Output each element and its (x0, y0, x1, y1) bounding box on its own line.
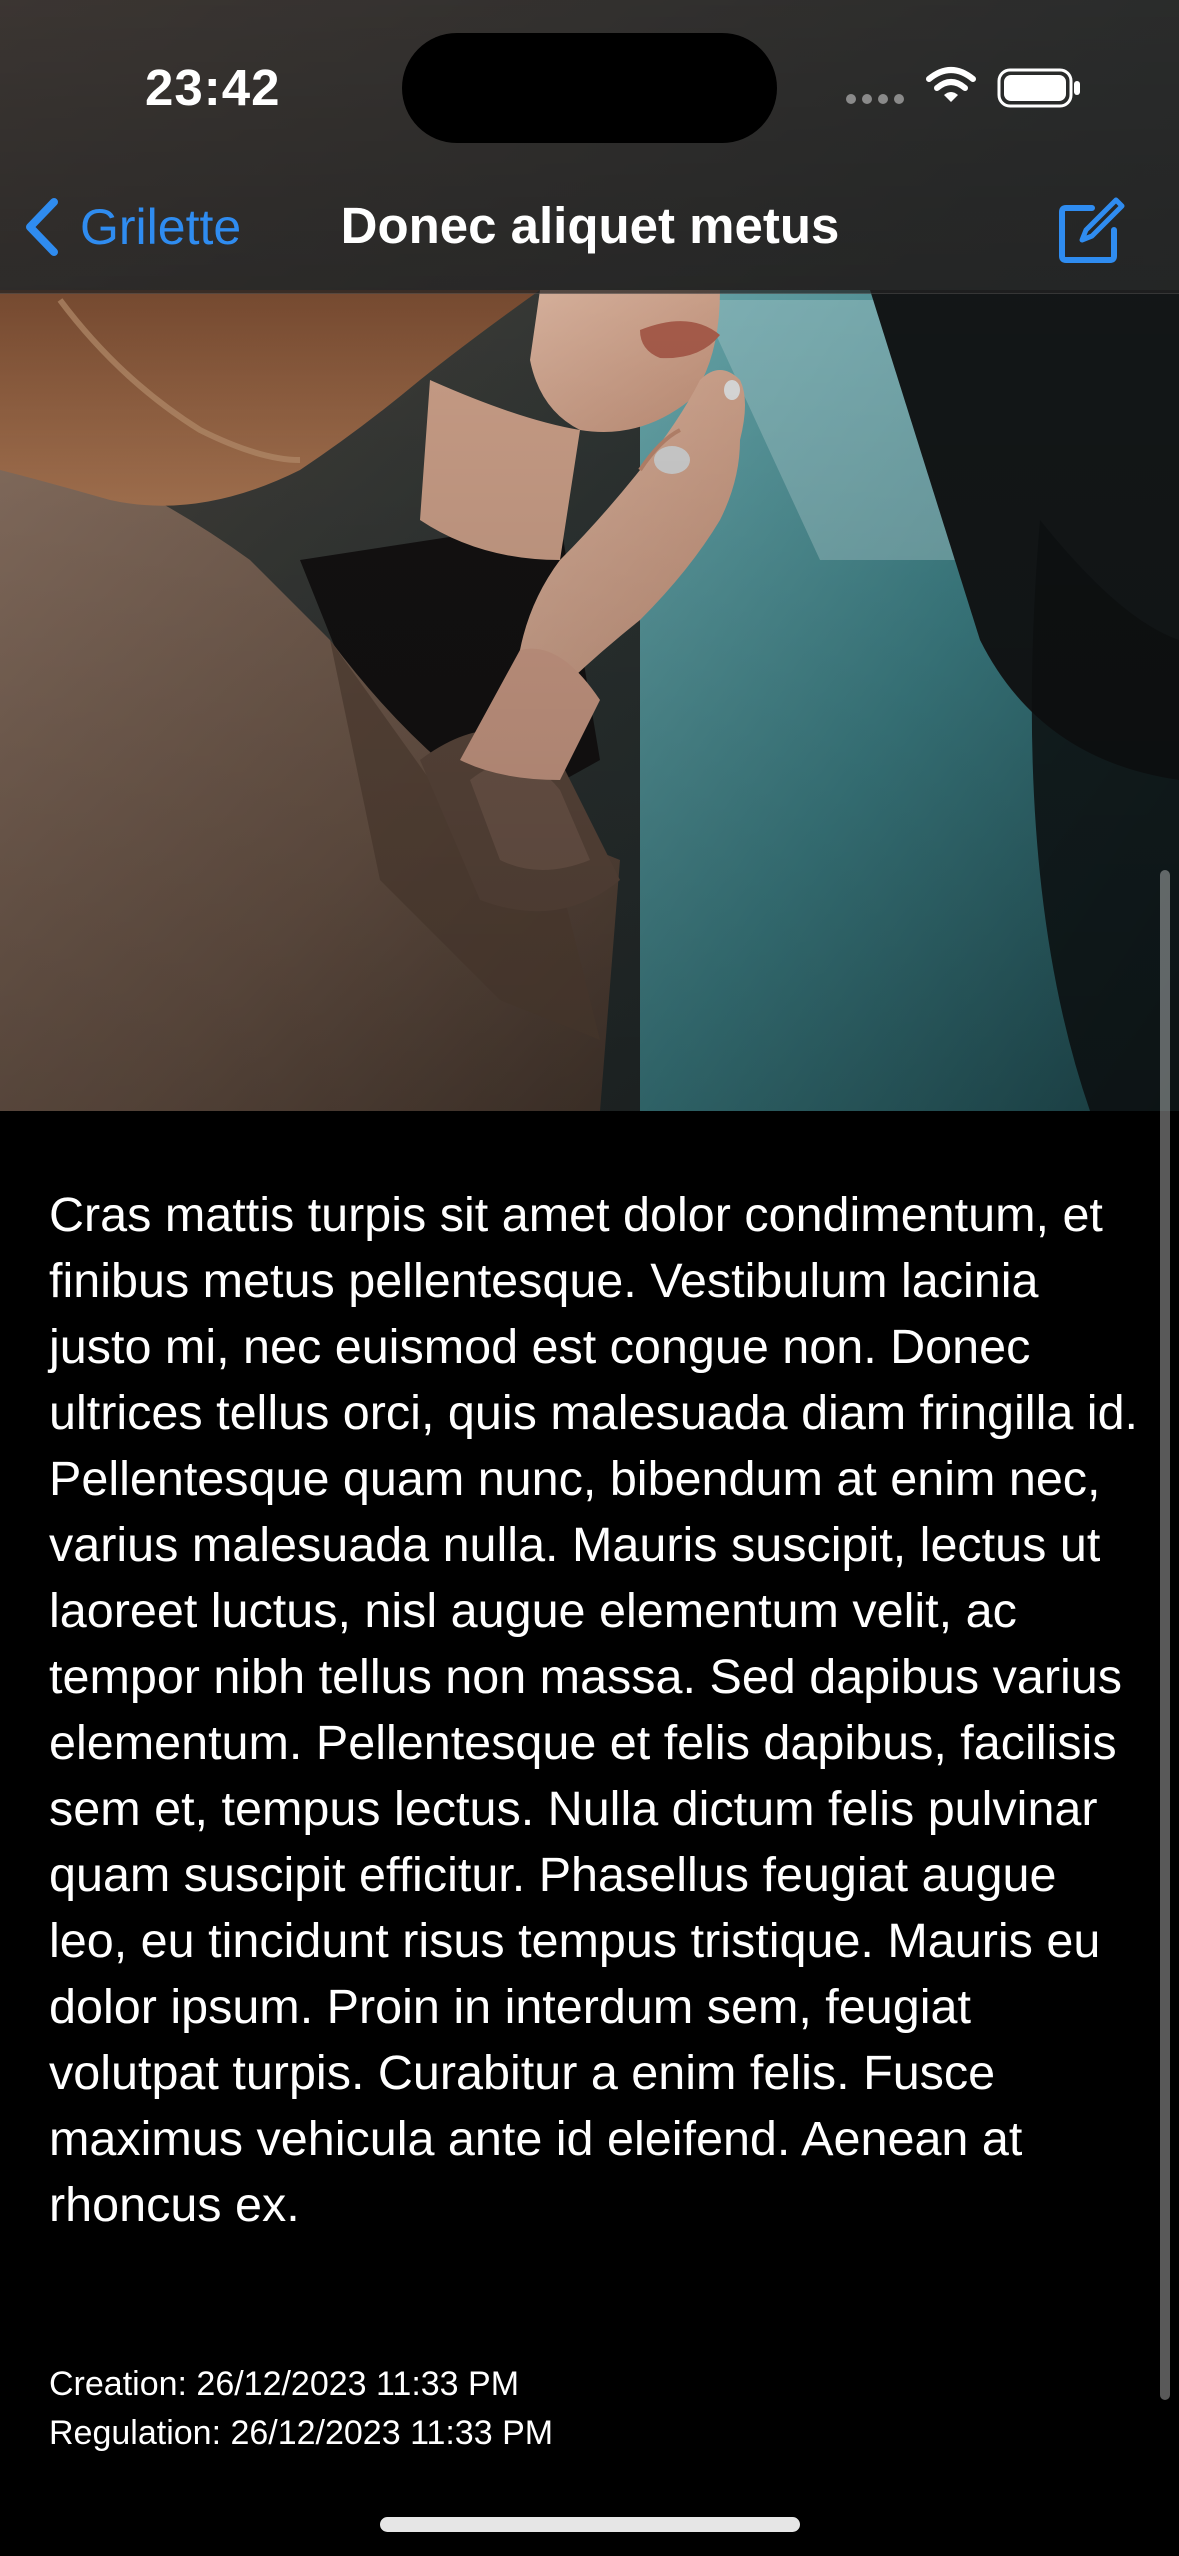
metadata: Creation: 26/12/2023 11:33 PM Regulation… (49, 2360, 553, 2458)
status-time: 23:42 (145, 59, 281, 116)
square-and-pencil-icon[interactable] (1056, 196, 1126, 266)
creation-date: Creation: 26/12/2023 11:33 PM (49, 2365, 520, 2403)
back-button-label: Grilette (80, 199, 242, 255)
regulation-date: Regulation: 26/12/2023 11:33 PM (49, 2414, 554, 2452)
status-bar: 23:42 (0, 0, 1179, 170)
article-body: Cras mattis turpis sit amet dolor condim… (49, 1188, 1139, 2232)
cellular-signal-icon (846, 94, 904, 104)
dynamic-island (402, 33, 777, 143)
battery-icon (997, 68, 1080, 108)
scroll-indicator[interactable] (1160, 870, 1170, 2400)
chevron-left-icon (26, 198, 58, 256)
wifi-icon (926, 67, 976, 102)
home-indicator[interactable] (380, 2517, 800, 2532)
page-title: Donec aliquet metus (340, 197, 840, 254)
back-button[interactable]: Grilette (22, 192, 241, 262)
